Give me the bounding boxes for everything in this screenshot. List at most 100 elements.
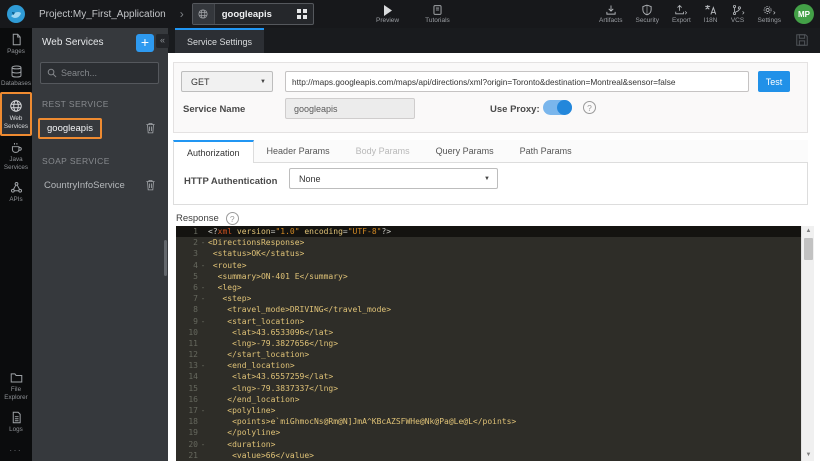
trash-icon[interactable] bbox=[145, 179, 156, 191]
tab-body-params: Body Params bbox=[355, 146, 410, 156]
branch-icon bbox=[731, 4, 745, 16]
app-window: Project:My_First_Application › googleapi… bbox=[0, 0, 820, 461]
response-editor[interactable]: 1 <?xml version="1.0" encoding="UTF-8"?> 2… bbox=[176, 226, 801, 461]
http-authentication-select[interactable]: None ▼ bbox=[289, 168, 498, 189]
shield-icon bbox=[641, 4, 653, 16]
globe-icon bbox=[192, 4, 215, 24]
tab-service-settings[interactable]: Service Settings bbox=[175, 28, 265, 53]
use-proxy-toggle[interactable] bbox=[543, 100, 572, 115]
service-item-googleapis[interactable]: googleapis bbox=[32, 115, 168, 141]
chevron-down-icon: ▼ bbox=[484, 175, 490, 182]
gear-icon bbox=[762, 4, 776, 16]
sidebar-item-file-explorer[interactable]: File Explorer bbox=[0, 366, 32, 406]
code-line: 13- <end_location> bbox=[188, 361, 295, 371]
editor-scrollbar-thumb[interactable] bbox=[804, 238, 813, 260]
panel-scrollbar-thumb[interactable] bbox=[164, 240, 167, 276]
chevron-down-icon: ▼ bbox=[260, 78, 266, 85]
code-line: 2- <DirectionsResponse> bbox=[193, 238, 305, 248]
code-line: 19 </polyline> bbox=[188, 428, 281, 438]
add-service-button[interactable]: + bbox=[136, 33, 154, 52]
database-icon bbox=[10, 65, 23, 78]
sidebar-item-web-services[interactable]: Web Services bbox=[0, 91, 32, 137]
code-line: 18 <points>e`miGhmocNs@Rm@N]JmA^KBcAZSFW… bbox=[188, 417, 517, 427]
folder-icon bbox=[10, 371, 23, 384]
book-icon bbox=[432, 4, 443, 16]
topbar: Project:My_First_Application › googleapi… bbox=[0, 0, 820, 28]
project-name[interactable]: Project:My_First_Application bbox=[39, 9, 166, 20]
sidebar-item-java-services[interactable]: Java Services bbox=[0, 136, 32, 176]
coffee-icon bbox=[10, 141, 23, 154]
panel-title: Web Services bbox=[42, 37, 104, 48]
upload-icon bbox=[674, 4, 688, 16]
i18n-button[interactable]: I18N bbox=[704, 0, 718, 28]
code-line: 16 </end_location> bbox=[188, 394, 300, 404]
play-icon bbox=[383, 4, 393, 16]
response-help-icon[interactable]: ? bbox=[225, 212, 239, 225]
tab-header-params[interactable]: Header Params bbox=[254, 140, 343, 162]
tab-query-params[interactable]: Query Params bbox=[423, 140, 507, 162]
search-input[interactable] bbox=[61, 68, 151, 78]
param-tabs: Authorization Header Params Body Params … bbox=[173, 140, 808, 163]
icon-sidebar: Pages Databases Web Services Java Servic… bbox=[0, 28, 32, 461]
artifacts-button[interactable]: Artifacts bbox=[599, 0, 622, 28]
code-line: 9- <start_location> bbox=[193, 316, 305, 326]
grid-icon bbox=[296, 9, 307, 19]
proxy-help-icon[interactable]: ? bbox=[583, 101, 596, 114]
security-button[interactable]: Security bbox=[635, 0, 659, 28]
code-line: 17- <polyline> bbox=[188, 406, 276, 415]
export-button[interactable]: Export bbox=[672, 0, 691, 28]
service-name-input[interactable] bbox=[285, 98, 415, 119]
wavemaker-logo[interactable] bbox=[5, 3, 27, 25]
settings-button[interactable]: Settings bbox=[758, 0, 781, 28]
selected-service-highlight[interactable]: googleapis bbox=[38, 117, 102, 139]
tab-authorization[interactable]: Authorization bbox=[173, 140, 254, 163]
download-icon bbox=[605, 4, 617, 16]
document-tabbar: Service Settings bbox=[168, 28, 820, 53]
save-icon[interactable] bbox=[795, 33, 809, 47]
code-line: 11 <lng>-79.3827656</lng> bbox=[188, 338, 339, 348]
response-editor-lines: 1 <?xml version="1.0" encoding="UTF-8"?> 2… bbox=[176, 226, 801, 461]
scroll-down-icon[interactable]: ▼ bbox=[802, 450, 815, 461]
code-line: 14 <lat>43.6557259</lat> bbox=[188, 372, 334, 382]
panel-collapse-button[interactable]: « bbox=[156, 34, 169, 48]
use-proxy-label: Use Proxy: bbox=[490, 104, 540, 115]
response-label: Response bbox=[176, 213, 219, 224]
trash-icon[interactable] bbox=[145, 122, 156, 134]
api-nodes-icon bbox=[10, 181, 23, 194]
code-line: 20- <duration> bbox=[188, 439, 276, 449]
user-avatar[interactable]: MP bbox=[794, 4, 814, 24]
more-options-icon[interactable]: ... bbox=[0, 438, 32, 461]
service-search[interactable] bbox=[40, 62, 159, 84]
translate-icon bbox=[704, 4, 717, 16]
tab-path-params[interactable]: Path Params bbox=[507, 140, 585, 162]
service-item-countryinfoservice[interactable]: CountryInfoService bbox=[32, 172, 168, 198]
http-method-select[interactable]: GET ▼ bbox=[181, 71, 273, 92]
scroll-up-icon[interactable]: ▲ bbox=[802, 226, 815, 237]
editor-scrollbar[interactable]: ▲ ▼ bbox=[801, 226, 814, 461]
sidebar-item-logs[interactable]: Logs bbox=[0, 406, 32, 438]
preview-button[interactable]: Preview bbox=[376, 0, 399, 28]
vcs-button[interactable]: VCS bbox=[731, 0, 745, 28]
selected-service-name: googleapis bbox=[221, 8, 272, 20]
request-card: GET ▼ Test Service Name Use Proxy: ? bbox=[173, 62, 808, 133]
test-button[interactable]: Test bbox=[758, 71, 790, 92]
toggle-knob bbox=[557, 100, 572, 115]
request-url-input[interactable] bbox=[285, 71, 749, 92]
code-line: 1 <?xml version="1.0" encoding="UTF-8"?> bbox=[176, 226, 801, 238]
main-area: Service Settings GET ▼ Test Service Name… bbox=[168, 28, 820, 461]
sidebar-item-databases[interactable]: Databases bbox=[0, 60, 32, 92]
code-line: 8 <travel_mode>DRIVING</travel_mode> bbox=[193, 305, 392, 315]
code-line: 10 <lat>43.6533096</lat> bbox=[188, 327, 334, 337]
code-line: 4- <route> bbox=[193, 260, 247, 270]
code-line: 21 <value>66</value> bbox=[188, 450, 314, 460]
soap-service-section-label: SOAP SERVICE bbox=[42, 156, 110, 166]
rest-service-section-label: REST SERVICE bbox=[42, 99, 109, 109]
code-line: 6- <leg> bbox=[193, 282, 242, 292]
service-name-label: Service Name bbox=[183, 104, 246, 115]
service-selector[interactable]: googleapis bbox=[191, 3, 314, 25]
sidebar-item-apis[interactable]: APIs bbox=[0, 176, 32, 208]
tutorials-button[interactable]: Tutorials bbox=[425, 0, 450, 28]
code-line: 7- <step> bbox=[193, 294, 252, 304]
sidebar-item-pages[interactable]: Pages bbox=[0, 28, 32, 60]
log-file-icon bbox=[10, 411, 23, 424]
